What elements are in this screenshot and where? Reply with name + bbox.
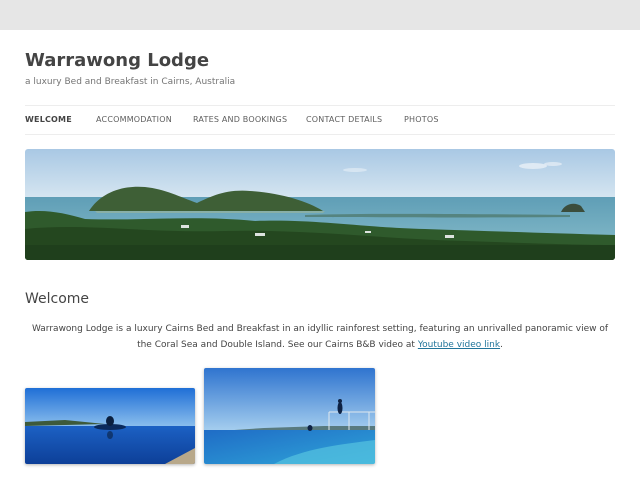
header-banner-image <box>25 149 615 260</box>
welcome-heading: Welcome <box>25 291 90 307</box>
pool-photo-1[interactable] <box>25 388 195 464</box>
nav-item-photos[interactable]: PHOTOS <box>404 115 439 124</box>
nav-item-accommodation[interactable]: ACCOMMODATION <box>96 115 172 124</box>
site-description: a luxury Bed and Breakfast in Cairns, Au… <box>25 77 236 87</box>
nav-item-welcome[interactable]: WELCOME <box>25 115 72 124</box>
intro-end: . <box>500 339 503 350</box>
intro-paragraph: Warrawong Lodge is a luxury Cairns Bed a… <box>25 322 615 353</box>
youtube-video-link[interactable]: Youtube video link <box>418 340 500 350</box>
nav-item-contact-details[interactable]: CONTACT DETAILS <box>306 115 382 124</box>
nav-item-rates-and-bookings[interactable]: RATES AND BOOKINGS <box>193 115 287 124</box>
page-container: Warrawong Lodge a luxury Bed and Breakfa… <box>0 30 640 480</box>
site-title[interactable]: Warrawong Lodge <box>25 50 209 71</box>
main-navigation: WELCOME ACCOMMODATION RATES AND BOOKINGS… <box>25 105 615 135</box>
intro-text: Warrawong Lodge is a luxury Cairns Bed a… <box>31 324 609 350</box>
pool-photo-2[interactable] <box>204 368 375 464</box>
